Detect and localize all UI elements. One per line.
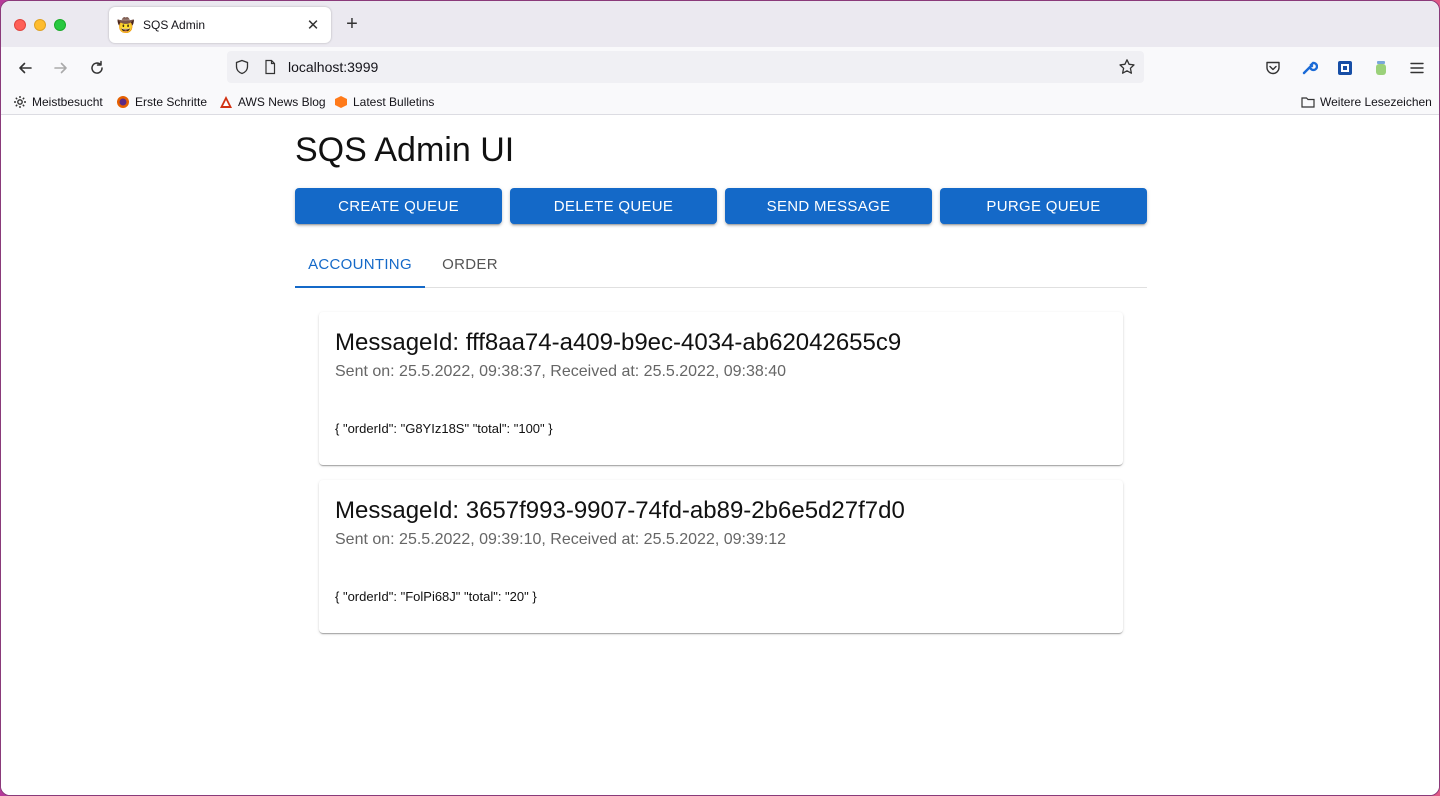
tab-accounting[interactable]: ACCOUNTING (295, 240, 425, 288)
minimize-window-button[interactable] (34, 19, 46, 31)
tab-order[interactable]: ORDER (425, 240, 515, 288)
shield-extension-icon (1338, 61, 1352, 75)
maximize-window-button[interactable] (54, 19, 66, 31)
other-bookmarks-label: Weitere Lesezeichen (1320, 95, 1432, 109)
extension-button[interactable] (1369, 56, 1393, 80)
bulletin-icon (335, 96, 347, 108)
star-icon[interactable] (1118, 58, 1136, 76)
extension-button[interactable] (1333, 56, 1357, 80)
reload-icon (91, 60, 103, 74)
tab-strip: 🤠 SQS Admin ✕ + (1, 1, 1439, 47)
hamburger-icon (1410, 62, 1424, 74)
queue-tabs: ACCOUNTING ORDER (295, 240, 1147, 288)
aws-news-icon (220, 96, 232, 108)
bookmark-label: Latest Bulletins (353, 95, 435, 109)
tab-title: SQS Admin (143, 18, 206, 32)
bookmark-label: Erste Schritte (135, 95, 208, 109)
active-tab-indicator (295, 286, 425, 288)
message-id: MessageId: fff8aa74-a409-b9ec-4034-ab620… (335, 329, 902, 356)
pocket-button[interactable] (1261, 56, 1285, 80)
message-body: { "orderId": "FolPi68J" "total": "20" } (335, 589, 537, 604)
gear-icon (14, 96, 26, 108)
bookmark-label: Meistbesucht (32, 95, 103, 109)
other-bookmarks[interactable]: Weitere Lesezeichen (1301, 94, 1432, 110)
message-timestamps: Sent on: 25.5.2022, 09:39:10, Received a… (335, 531, 787, 548)
bookmark-item[interactable]: Meistbesucht (13, 94, 103, 110)
bookmarks-toolbar: Meistbesucht Erste Schritte AWS News Blo… (1, 89, 1439, 115)
shield-icon[interactable] (233, 58, 251, 76)
message-id: MessageId: 3657f993-9907-74fd-ab89-2b6e5… (335, 497, 905, 524)
browser-window: 🤠 SQS Admin ✕ + localhost:3999 Meistbesu… (0, 0, 1440, 796)
folder-icon (1301, 97, 1315, 108)
wrench-icon (1302, 61, 1318, 75)
back-button[interactable] (13, 56, 37, 80)
url-bar[interactable]: localhost:3999 (227, 51, 1144, 83)
page-icon[interactable] (261, 58, 279, 76)
jar-icon (1376, 61, 1386, 75)
message-card: MessageId: fff8aa74-a409-b9ec-4034-ab620… (319, 312, 1123, 465)
page-content: SQS Admin UI CREATE QUEUE DELETE QUEUE S… (1, 116, 1439, 795)
delete-queue-button[interactable]: DELETE QUEUE (510, 188, 717, 224)
bookmark-item[interactable]: AWS News Blog (219, 94, 326, 110)
reload-button[interactable] (85, 56, 109, 80)
bookmark-label: AWS News Blog (238, 95, 326, 109)
message-card: MessageId: 3657f993-9907-74fd-ab89-2b6e5… (319, 480, 1123, 633)
page-title: SQS Admin UI (295, 131, 515, 169)
menu-button[interactable] (1405, 56, 1429, 80)
arrow-left-icon (19, 62, 32, 74)
purge-queue-button[interactable]: PURGE QUEUE (940, 188, 1147, 224)
bookmark-item[interactable]: Latest Bulletins (334, 94, 434, 110)
create-queue-button[interactable]: CREATE QUEUE (295, 188, 502, 224)
send-message-button[interactable]: SEND MESSAGE (725, 188, 932, 224)
navigation-toolbar: localhost:3999 (1, 47, 1439, 89)
forward-button[interactable] (49, 56, 73, 80)
url-text[interactable]: localhost:3999 (288, 59, 378, 75)
firefox-icon (117, 96, 129, 108)
arrow-right-icon (54, 62, 67, 74)
cowboy-hat-icon: 🤠 (117, 17, 135, 33)
new-tab-button[interactable]: + (343, 14, 361, 34)
pocket-icon (1266, 61, 1280, 75)
bookmark-item[interactable]: Erste Schritte (116, 94, 207, 110)
extension-button[interactable] (1297, 56, 1321, 80)
browser-tab[interactable]: 🤠 SQS Admin ✕ (109, 7, 331, 43)
close-tab-icon[interactable]: ✕ (305, 16, 321, 34)
close-window-button[interactable] (14, 19, 26, 31)
message-timestamps: Sent on: 25.5.2022, 09:38:37, Received a… (335, 363, 787, 380)
message-body: { "orderId": "G8YIz18S" "total": "100" } (335, 421, 553, 436)
